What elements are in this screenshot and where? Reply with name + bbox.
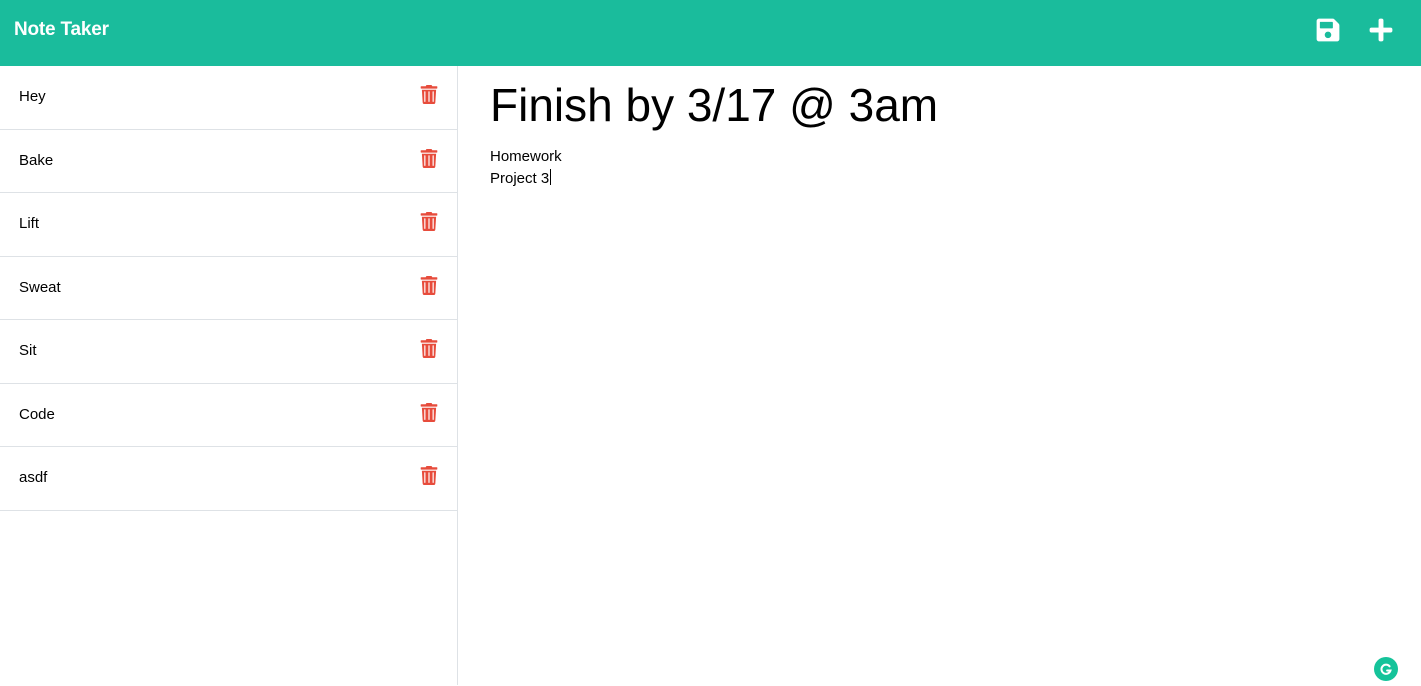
delete-note-trash-icon[interactable] (420, 402, 438, 422)
note-list-item-title: Sit (19, 342, 37, 359)
note-list-item[interactable]: Lift (0, 193, 457, 257)
note-list-item-title: Bake (19, 151, 54, 169)
note-list-item-title: Hey (19, 88, 46, 105)
delete-note-trash-icon[interactable] (420, 275, 438, 295)
delete-note-trash-icon[interactable] (420, 466, 438, 485)
text-cursor (550, 169, 552, 185)
delete-note-trash-icon[interactable] (420, 85, 438, 104)
note-list-item[interactable]: Hey (0, 66, 457, 130)
app-brand[interactable]: Note Taker (14, 19, 109, 41)
note-list-item[interactable]: Sit (0, 320, 457, 384)
note-list-item[interactable]: Sweat (0, 257, 457, 320)
new-note-icon[interactable] (1368, 17, 1394, 43)
delete-note-trash-icon[interactable] (420, 148, 438, 168)
note-list-item[interactable]: Code (0, 384, 457, 447)
note-text-area[interactable]: Homework Project 3 (490, 146, 1390, 190)
note-list-item-title: asdf (19, 469, 48, 486)
delete-note-trash-icon[interactable] (420, 339, 438, 358)
note-list-item[interactable]: asdf (0, 447, 457, 511)
save-note-icon[interactable] (1315, 17, 1341, 43)
delete-note-trash-icon[interactable] (420, 212, 438, 231)
note-list-item-title: Code (19, 405, 55, 423)
note-text-line: Homework (490, 148, 562, 165)
note-list-item-title: Lift (19, 215, 40, 232)
grammarly-badge-icon[interactable] (1374, 657, 1398, 681)
navbar: Note Taker (0, 0, 1421, 66)
note-list-item[interactable]: Bake (0, 130, 457, 193)
note-list-item-title: Sweat (19, 278, 61, 296)
note-list: Hey Bake Lift Sweat Sit Code asdf (0, 66, 458, 685)
note-title-input[interactable]: Finish by 3/17 @ 3am (490, 78, 938, 132)
note-text-line: Project 3 (490, 169, 552, 187)
